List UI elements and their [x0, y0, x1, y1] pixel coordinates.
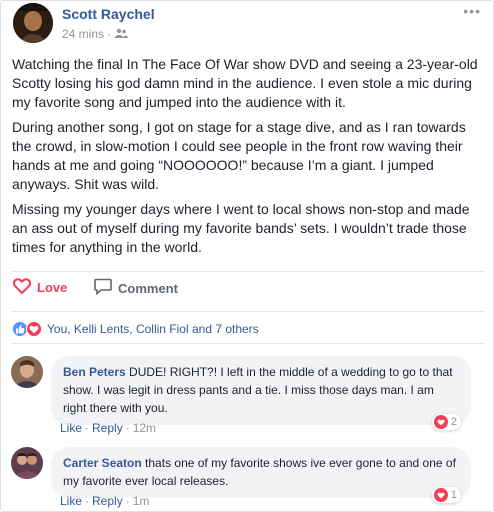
comment-like-link[interactable]: Like	[60, 421, 82, 435]
reaction-count: 2	[450, 416, 457, 428]
reactions-summary[interactable]: You, Kelli Lents, Collin Fiol and 7 othe…	[12, 321, 259, 337]
comment-bubble: Carter Seaton thats one of my favorite s…	[51, 447, 471, 498]
divider	[12, 311, 484, 312]
commenter-avatar[interactable]	[11, 356, 43, 388]
reaction-icons	[12, 321, 42, 337]
post-time[interactable]: 24 mins	[62, 27, 104, 41]
comment-reaction-badge[interactable]: 2	[431, 414, 461, 430]
comment-bubble: Ben Peters DUDE! RIGHT?! I left in the m…	[51, 356, 471, 425]
commenter-avatar[interactable]	[11, 447, 43, 479]
post-actions: Love Comment	[12, 278, 484, 304]
divider	[12, 271, 484, 272]
post-author-name[interactable]: Scott Raychel	[62, 6, 155, 22]
comment-reply-link[interactable]: Reply	[92, 421, 123, 435]
love-label: Love	[37, 280, 68, 295]
comment-time[interactable]: 1m	[133, 494, 150, 508]
post-paragraph: Missing my younger days where I went to …	[12, 201, 470, 255]
post-paragraph: During another song, I got on stage for …	[12, 119, 466, 192]
comment-actions: Like · Reply · 12m	[60, 421, 157, 435]
comment-icon	[94, 278, 112, 298]
comment-reaction-badge[interactable]: 1	[431, 487, 461, 503]
comment-time[interactable]: 12m	[133, 421, 156, 435]
comment-author[interactable]: Ben Peters	[63, 365, 126, 379]
comment-label: Comment	[118, 280, 178, 296]
love-reaction-icon	[433, 415, 448, 429]
comment-button[interactable]: Comment	[94, 278, 178, 298]
comment: Carter Seaton thats one of my favorite s…	[11, 447, 486, 512]
author-avatar[interactable]	[13, 3, 53, 43]
comment-actions: Like · Reply · 1m	[60, 494, 150, 508]
post-card: Scott Raychel 24 mins · ••• Watching the…	[0, 0, 494, 512]
post-meta: 24 mins ·	[62, 27, 129, 41]
comment: Ben Peters DUDE! RIGHT?! I left in the m…	[11, 356, 486, 436]
love-button[interactable]: Love	[12, 278, 68, 297]
comment-reply-link[interactable]: Reply	[92, 494, 123, 508]
love-reaction-icon	[433, 488, 448, 502]
post-header: Scott Raychel 24 mins · •••	[13, 3, 483, 45]
more-icon[interactable]: •••	[463, 3, 481, 19]
reaction-count: 1	[450, 489, 457, 501]
comment-like-link[interactable]: Like	[60, 494, 82, 508]
heart-icon	[12, 278, 32, 297]
friends-icon[interactable]	[114, 27, 129, 41]
divider	[12, 343, 484, 344]
reactions-text[interactable]: You, Kelli Lents, Collin Fiol and 7 othe…	[47, 322, 259, 336]
post-body: Watching the final In The Face Of War sh…	[12, 55, 486, 263]
meta-separator: ·	[107, 27, 112, 41]
comment-author[interactable]: Carter Seaton	[63, 456, 142, 470]
love-reaction-icon	[26, 321, 42, 337]
post-paragraph: Watching the final In The Face Of War sh…	[12, 56, 478, 110]
